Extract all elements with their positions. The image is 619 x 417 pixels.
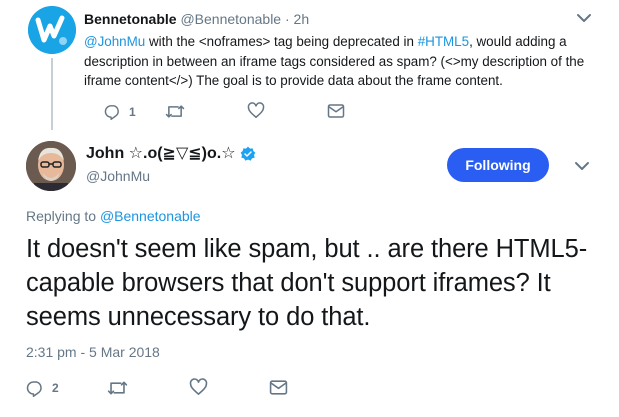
parent-reply-button[interactable]: 1	[104, 103, 136, 120]
parent-like-button[interactable]	[247, 102, 265, 119]
main-reply-count: 2	[52, 381, 59, 395]
verified-badge-icon	[240, 146, 255, 161]
hashtag-link[interactable]: #HTML5	[418, 34, 469, 49]
parent-header: Bennetonable @Bennetonable · 2h	[84, 10, 309, 28]
following-button[interactable]: Following	[447, 148, 549, 182]
main-dm-button[interactable]	[269, 379, 288, 396]
parent-dm-button[interactable]	[327, 103, 345, 119]
retweet-icon	[165, 105, 185, 118]
parent-text-part1: with the <noframes> tag being deprecated…	[145, 34, 418, 49]
reply-icon	[26, 381, 42, 397]
parent-author-handle[interactable]: @Bennetonable	[180, 11, 281, 27]
parent-tweet-text: @JohnMu with the <noframes> tag being de…	[84, 32, 594, 91]
parent-retweet-button[interactable]	[165, 103, 185, 120]
replying-prefix: Replying to	[26, 208, 100, 224]
main-author-name[interactable]: John ☆.o(≧▽≦)o.☆	[86, 144, 236, 164]
dm-icon	[269, 380, 288, 395]
thread-line	[51, 58, 53, 130]
tweet-timestamp[interactable]: 2:31 pm - 5 Mar 2018	[26, 344, 160, 360]
replying-to-link[interactable]: @Bennetonable	[100, 208, 201, 224]
main-reply-button[interactable]: 2	[26, 379, 59, 397]
dm-icon	[327, 104, 345, 118]
parent-time[interactable]: 2h	[294, 11, 310, 27]
parent-author-name[interactable]: Bennetonable	[84, 11, 177, 27]
main-like-button[interactable]	[189, 378, 208, 396]
header-separator: ·	[284, 11, 290, 27]
main-author-name-row: John ☆.o(≧▽≦)o.☆	[86, 144, 256, 164]
retweet-icon	[107, 381, 128, 395]
chevron-down-icon[interactable]	[575, 9, 593, 27]
main-retweet-button[interactable]	[107, 379, 128, 397]
replying-to: Replying to @Bennetonable	[26, 208, 201, 224]
parent-reply-count: 1	[129, 104, 136, 119]
chevron-down-icon[interactable]	[573, 157, 591, 175]
like-icon	[189, 378, 208, 395]
reply-icon	[104, 105, 119, 120]
mention-link[interactable]: @JohnMu	[84, 34, 145, 49]
main-author-handle[interactable]: @JohnMu	[86, 168, 150, 184]
main-tweet-text: It doesn't seem like spam, but .. are th…	[26, 235, 588, 331]
main-avatar[interactable]	[26, 141, 76, 191]
parent-avatar[interactable]	[28, 6, 76, 54]
like-icon	[247, 102, 265, 118]
